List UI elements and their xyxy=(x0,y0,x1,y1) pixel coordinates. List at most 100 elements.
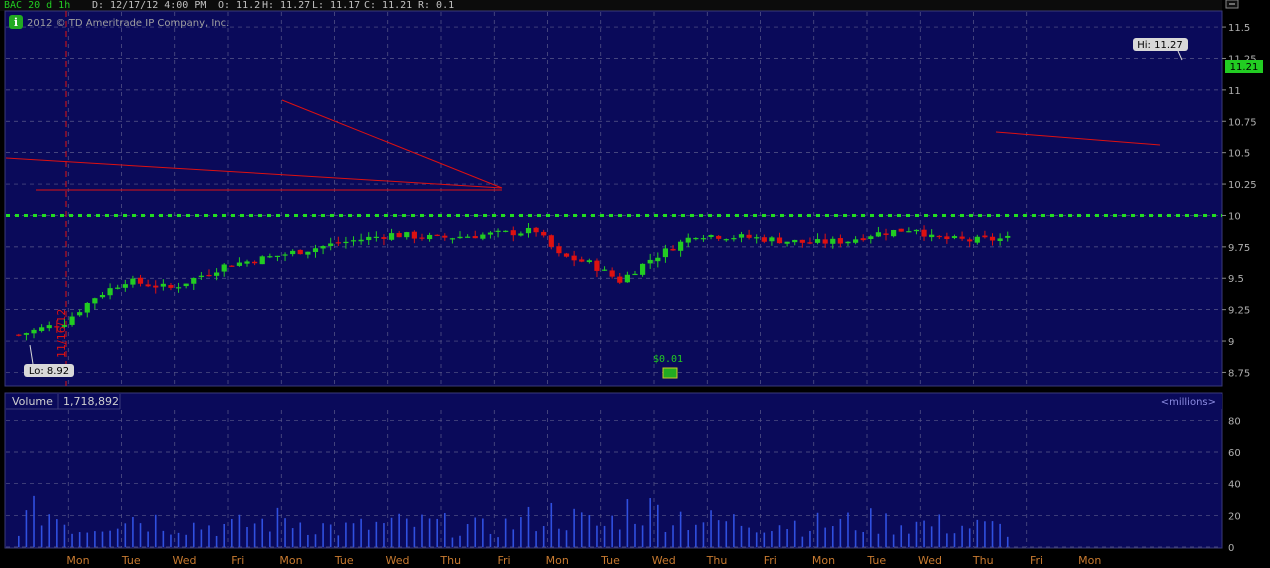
candle-body xyxy=(107,288,113,296)
candle-body xyxy=(221,264,227,272)
price-panel xyxy=(4,10,1223,387)
candle-body xyxy=(84,303,90,313)
candle-body xyxy=(898,228,904,232)
x-tick-label: Tue xyxy=(866,554,886,567)
candle-body xyxy=(23,333,30,335)
info-icon[interactable]: i xyxy=(9,15,23,29)
candle-body xyxy=(137,277,144,284)
x-tick-label: Tue xyxy=(121,554,141,567)
volume-panel xyxy=(4,392,1223,549)
candle-body xyxy=(845,241,851,244)
dividend-icon xyxy=(662,367,678,379)
maximize-icon[interactable] xyxy=(1225,0,1239,9)
candle-body xyxy=(967,239,973,242)
candle-body xyxy=(328,243,334,247)
x-tick-label: Mon xyxy=(66,554,89,567)
candle-body xyxy=(678,241,684,251)
volume-title: Volume xyxy=(12,395,53,408)
candle-body xyxy=(929,234,935,238)
candle-body xyxy=(290,250,296,255)
svg-text:i: i xyxy=(14,16,18,29)
candle-body xyxy=(944,236,950,240)
candle-body xyxy=(868,236,874,239)
candle-body xyxy=(997,238,1003,241)
candle-body xyxy=(442,235,448,238)
candle-body xyxy=(465,236,471,238)
candle-body xyxy=(335,242,341,244)
last-price-badge: 11.21 xyxy=(1225,60,1263,73)
candle-body xyxy=(708,235,714,237)
candle-body xyxy=(320,246,326,249)
candle-body xyxy=(373,236,379,238)
candle-body xyxy=(449,238,456,240)
stock-chart[interactable]: BAC 20 d 1h D: 12/17/12 4:00 PM O: 11.2 … xyxy=(0,0,1270,568)
price-tick-label: 10.75 xyxy=(1228,117,1257,128)
candle-body xyxy=(700,238,707,240)
candle-body xyxy=(776,237,783,244)
volume-title-bar xyxy=(6,394,1222,409)
candle-body xyxy=(457,236,463,239)
candle-body xyxy=(883,233,889,235)
candle-body xyxy=(404,232,410,238)
candle-body xyxy=(31,329,37,334)
candle-body xyxy=(609,270,615,277)
bar-high: H: 11.27 xyxy=(262,0,310,11)
price-tick-label: 8.75 xyxy=(1228,368,1250,379)
candle-body xyxy=(723,239,729,241)
price-tick-label: 11.5 xyxy=(1228,23,1250,34)
candle-body xyxy=(39,327,45,331)
candle-body xyxy=(716,235,722,239)
candle-body xyxy=(99,294,106,298)
x-tick-label: Wed xyxy=(918,554,942,567)
candle-body xyxy=(350,240,357,242)
candle-body xyxy=(54,326,60,328)
candle-body xyxy=(913,229,920,232)
candle-body xyxy=(122,284,128,288)
x-tick-label: Fri xyxy=(231,554,244,567)
candle-body xyxy=(312,248,319,253)
price-tick-label: 10.25 xyxy=(1228,180,1257,191)
candle-body xyxy=(183,283,189,287)
x-tick-label: Thu xyxy=(972,554,994,567)
candle-body xyxy=(388,233,395,240)
price-tick-label: 11 xyxy=(1228,86,1241,97)
candle-body xyxy=(769,237,775,242)
candle-body xyxy=(510,230,516,236)
header-bar: BAC 20 d 1h D: 12/17/12 4:00 PM O: 11.2 … xyxy=(0,0,1222,11)
x-tick-label: Mon xyxy=(812,554,835,567)
candle-body xyxy=(411,231,417,239)
candle-body xyxy=(563,253,570,257)
candle-body xyxy=(1005,235,1011,238)
candle-body xyxy=(343,241,349,244)
candle-body xyxy=(571,255,577,261)
candle-body xyxy=(632,273,638,276)
volume-tick-label: 0 xyxy=(1228,543,1234,554)
candle-body xyxy=(472,236,478,239)
candle-body xyxy=(274,255,281,258)
symbol-label[interactable]: BAC 20 d 1h xyxy=(4,0,70,11)
bar-low: L: 11.17 xyxy=(312,0,360,11)
copyright-text: 2012 © TD Ameritrade IP Company, Inc. xyxy=(27,18,229,29)
candle-body xyxy=(647,259,653,264)
candle-body xyxy=(396,233,402,238)
volume-units: <millions> xyxy=(1161,397,1216,408)
candle-body xyxy=(936,235,942,238)
candle-body xyxy=(480,234,486,239)
candle-body xyxy=(579,259,585,262)
candle-body xyxy=(792,239,798,243)
volume-value: 1,718,892 xyxy=(63,395,119,408)
candle-body xyxy=(624,274,630,283)
lo-label: Lo: 8.92 xyxy=(29,366,69,377)
candle-body xyxy=(92,298,98,304)
x-tick-label: Thu xyxy=(706,554,728,567)
candle-body xyxy=(236,262,243,266)
candle-body xyxy=(982,235,988,238)
candle-body xyxy=(906,231,912,233)
x-tick-label: Fri xyxy=(1030,554,1043,567)
candle-body xyxy=(229,265,235,267)
candle-body xyxy=(533,227,539,233)
candle-body xyxy=(989,236,996,241)
candle-body xyxy=(822,239,828,244)
candle-body xyxy=(617,276,623,283)
candle-body xyxy=(153,285,159,288)
